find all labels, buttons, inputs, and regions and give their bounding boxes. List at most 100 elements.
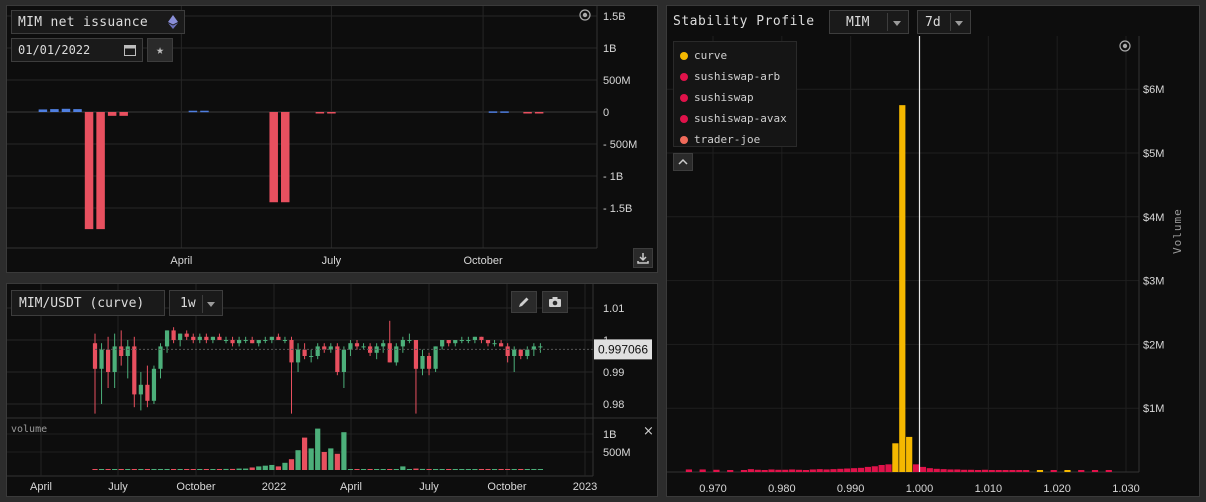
x-tick-label: July: [108, 481, 128, 493]
profile-bar: [727, 470, 734, 472]
download-icon: [637, 253, 649, 264]
volume-bar: [478, 469, 485, 470]
volume-bar: [256, 466, 262, 470]
volume-bar: [177, 469, 183, 470]
profile-bar: [789, 469, 796, 472]
screenshot-button[interactable]: [542, 291, 568, 313]
legend-item[interactable]: sushiswap: [674, 87, 796, 108]
volume-bar: [131, 469, 137, 470]
profile-bar: [768, 469, 775, 472]
candle-body: [387, 343, 392, 363]
volume-bar: [295, 450, 301, 470]
profile-bar: [795, 469, 803, 472]
profile-bar: [947, 469, 954, 472]
volume-bar: [243, 468, 249, 470]
token-selector[interactable]: MIM: [829, 10, 909, 34]
volume-bar: [524, 469, 530, 470]
profile-bar: [912, 464, 920, 472]
candle-body: [269, 336, 274, 340]
y-tick-label: $4M: [1143, 212, 1164, 224]
edit-button[interactable]: [511, 291, 537, 313]
calendar-icon[interactable]: [124, 44, 136, 56]
profile-bar: [871, 466, 878, 472]
issuance-bar: [107, 112, 117, 116]
candle-body: [394, 346, 399, 363]
pair-selector[interactable]: MIM/USDT (curve): [11, 290, 165, 316]
close-volume-pane-button[interactable]: ×: [643, 424, 654, 439]
x-tick-label: 1.010: [975, 483, 1003, 495]
candle-body: [210, 336, 215, 340]
legend-swatch: [680, 114, 688, 123]
volume-bar: [249, 467, 255, 470]
net-issuance-panel: 1.5B 1B 500M 0 - 500M - 1B - 1.5B April July Octo…: [6, 5, 658, 273]
x-tick-label: 0.990: [837, 483, 865, 495]
issuance-bar: [73, 109, 82, 112]
target-icon[interactable]: [1119, 40, 1131, 52]
volume-bar: [288, 459, 295, 470]
pair-label: MIM/USDT (curve): [19, 295, 145, 311]
volume-bar: [400, 466, 406, 470]
issuance-bar: [119, 112, 128, 116]
candle-body: [413, 340, 419, 369]
interval-selector[interactable]: 1w: [169, 290, 223, 316]
x-tick-label: 1.000: [906, 483, 934, 495]
issuance-bar: [84, 112, 94, 230]
volume-bar: [419, 468, 426, 470]
volume-bar: [229, 468, 236, 470]
candle-body: [472, 336, 477, 340]
profile-bar: [954, 469, 961, 472]
candle-body: [256, 340, 261, 344]
price-tick-label: 0.98: [603, 399, 624, 411]
volume-bar: [92, 469, 98, 470]
target-icon[interactable]: [579, 9, 591, 21]
issuance-bar: [200, 110, 209, 113]
collapse-legend-button[interactable]: [673, 153, 693, 171]
candle-body: [525, 349, 530, 356]
issuance-bar: [50, 109, 59, 112]
volume-bar: [360, 469, 367, 470]
issuance-title-dropdown[interactable]: MIM net issuance: [11, 10, 185, 34]
volume-bar: [151, 469, 157, 470]
profile-bar: [761, 470, 768, 472]
profile-bar: [974, 470, 982, 472]
legend-swatch: [680, 93, 688, 102]
price-tick-label: 1.01: [603, 303, 624, 315]
chevron-down-icon: [893, 21, 901, 26]
favorite-button[interactable]: ★: [147, 38, 173, 62]
volume-bar: [144, 469, 150, 470]
download-button[interactable]: [633, 248, 653, 268]
volume-bar: [210, 469, 216, 470]
volume-bar: [387, 469, 393, 470]
volume-bar: [406, 469, 412, 470]
y-tick-label: 1.5B: [603, 11, 626, 23]
volume-bar: [374, 469, 380, 470]
issuance-date-input[interactable]: 01/01/2022: [11, 38, 143, 62]
period-value: 7d: [925, 14, 941, 30]
candle-body: [204, 336, 209, 340]
volume-bar: [157, 469, 164, 470]
profile-bar: [809, 469, 816, 472]
star-icon: ★: [156, 42, 164, 58]
volume-bar: [308, 448, 314, 470]
legend-swatch: [680, 135, 688, 144]
legend-item[interactable]: trader-joe: [674, 129, 796, 150]
candle-body: [263, 340, 268, 341]
candle-body: [518, 349, 523, 356]
volume-bar: [321, 452, 327, 470]
x-tick-label: 1.030: [1112, 483, 1140, 495]
profile-bar: [816, 469, 823, 472]
token-value: MIM: [846, 14, 870, 30]
legend-item[interactable]: sushiswap-arb: [674, 66, 796, 87]
candle-body: [151, 368, 157, 401]
candle-body: [440, 340, 445, 347]
period-selector[interactable]: 7d: [917, 10, 971, 34]
volume-bar: [498, 469, 504, 470]
candle-body: [420, 356, 425, 369]
volume-bar: [393, 469, 399, 470]
legend-item[interactable]: curve: [674, 45, 796, 66]
candle-body: [309, 356, 314, 357]
legend-label: sushiswap-arb: [694, 70, 781, 83]
legend-item[interactable]: sushiswap-avax: [674, 108, 796, 129]
ethereum-icon: [168, 15, 178, 29]
volume-bar: [98, 469, 105, 470]
